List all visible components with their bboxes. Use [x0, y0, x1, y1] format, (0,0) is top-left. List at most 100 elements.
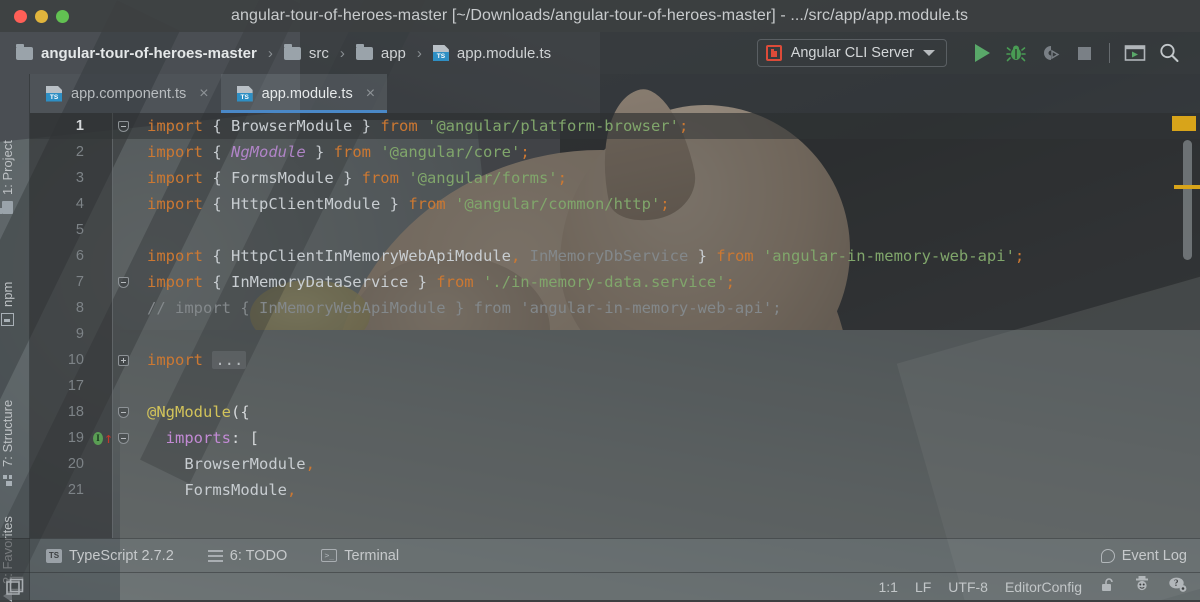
code-text[interactable]: FormsModule,	[133, 481, 296, 499]
close-window-button[interactable]	[14, 9, 27, 23]
sidebar-item-structure[interactable]: 7: Structure	[0, 400, 15, 486]
line-separator[interactable]: LF	[915, 579, 931, 595]
collapse-fold-icon[interactable]	[117, 120, 129, 132]
code-line[interactable]: 9	[30, 321, 1200, 347]
code-token: : [	[231, 429, 259, 447]
editor-tab-app-module[interactable]: app.module.ts ×	[220, 74, 388, 113]
search-everywhere-button[interactable]	[1152, 38, 1186, 68]
fold-marker-slot[interactable]	[113, 276, 133, 288]
collapse-fold-icon[interactable]	[117, 276, 129, 288]
breadcrumb-item-project[interactable]: angular-tour-of-heroes-master	[16, 43, 257, 62]
sidebar-item-label: 7: Structure	[0, 399, 15, 467]
status-event-log-label: Event Log	[1121, 547, 1187, 564]
stop-button[interactable]	[1067, 38, 1101, 68]
zoom-window-button[interactable]	[56, 9, 69, 23]
code-text[interactable]: import { HttpClientInMemoryWebApiModule,…	[133, 247, 1024, 265]
status-terminal[interactable]: >_ Terminal	[321, 548, 399, 564]
breadcrumb-label: src	[308, 44, 329, 62]
hector-icon[interactable]	[1133, 575, 1151, 598]
run-configuration-selector[interactable]: Angular CLI Server	[756, 39, 947, 67]
code-text[interactable]: import { InMemoryDataService } from './i…	[133, 273, 735, 291]
code-line[interactable]: 6 import { HttpClientInMemoryWebApiModule…	[30, 243, 1200, 269]
line-number: 7	[75, 274, 84, 290]
code-line[interactable]: 2 import { NgModule } from '@angular/core…	[30, 139, 1200, 165]
run-window-button[interactable]	[1118, 38, 1152, 68]
breadcrumb-item-app[interactable]: app	[355, 43, 406, 62]
collapse-fold-icon[interactable]	[117, 406, 129, 418]
code-line[interactable]: 8 // import { InMemoryWebApiModule } from…	[30, 295, 1200, 321]
breadcrumb-item-src[interactable]: src	[283, 43, 329, 62]
event-log-icon	[1100, 548, 1115, 563]
status-typescript-label: TypeScript 2.7.2	[69, 547, 174, 564]
close-tab-icon[interactable]: ×	[199, 85, 208, 102]
code-text[interactable]: import { NgModule } from '@angular/core'…	[133, 143, 530, 161]
code-line[interactable]: 21 FormsModule,	[30, 477, 1200, 503]
scrollbar-thumb[interactable]	[1183, 140, 1192, 260]
minimize-window-button[interactable]	[35, 9, 48, 23]
code-text[interactable]: import { BrowserModule } from '@angular/…	[133, 117, 688, 135]
code-line[interactable]: 18 @NgModule({	[30, 399, 1200, 425]
line-number: 4	[75, 196, 84, 212]
code-token: ;	[660, 195, 670, 213]
code-text[interactable]: import { HttpClientModule } from '@angul…	[133, 195, 670, 213]
status-typescript[interactable]: TS TypeScript 2.7.2	[46, 548, 174, 564]
code-text[interactable]: import { FormsModule } from '@angular/fo…	[133, 169, 567, 187]
stop-square-icon	[1077, 46, 1091, 60]
code-token: from	[380, 117, 418, 135]
code-token: ;	[557, 169, 567, 187]
code-line[interactable]: 10 import ...	[30, 347, 1200, 373]
file-encoding[interactable]: UTF-8	[948, 579, 988, 595]
code-line[interactable]: 1 import { BrowserModule } from '@angular…	[30, 113, 1200, 139]
code-token: ;	[678, 117, 689, 135]
scrollbar-warning-marker[interactable]	[1174, 185, 1200, 189]
terminal-icon: >_	[321, 549, 338, 562]
code-text[interactable]: import ...	[133, 351, 247, 369]
override-arrow-icon[interactable]: ↑	[104, 430, 113, 446]
close-tab-icon[interactable]: ×	[366, 85, 375, 102]
code-text[interactable]: @NgModule({	[133, 403, 250, 421]
status-bar-info-row: 1:1 LF UTF-8 EditorConfig ?	[0, 572, 1200, 600]
window-controls[interactable]	[0, 9, 69, 23]
collapse-fold-icon[interactable]	[117, 432, 129, 444]
code-token: from	[716, 247, 754, 265]
fold-marker-slot[interactable]	[113, 406, 133, 418]
chevron-down-icon[interactable]	[923, 50, 935, 56]
fold-marker-slot[interactable]	[113, 120, 133, 132]
bug-icon	[1006, 45, 1026, 62]
sidebar-item-npm[interactable]: npm	[0, 282, 15, 326]
sidebar-item-project[interactable]: 1: Project	[0, 140, 15, 214]
breadcrumb-item-file[interactable]: app.module.ts	[432, 45, 551, 62]
editor-tab-app-component[interactable]: app.component.ts ×	[30, 74, 221, 113]
code-token: @NgModule	[147, 403, 231, 421]
code-line[interactable]: 4 import { HttpClientModule } from '@angu…	[30, 191, 1200, 217]
code-line[interactable]: 3 import { FormsModule } from '@angular/f…	[30, 165, 1200, 191]
help-settings-icon[interactable]: ?	[1168, 575, 1187, 598]
status-todo[interactable]: 6: TODO	[207, 548, 287, 564]
code-line[interactable]: 5	[30, 217, 1200, 243]
code-text[interactable]: imports: [	[133, 429, 259, 447]
inspection-warning-indicator[interactable]	[1172, 116, 1196, 131]
run-button[interactable]	[965, 38, 999, 68]
lock-icon[interactable]	[1099, 576, 1116, 598]
debug-button[interactable]	[999, 38, 1033, 68]
code-text[interactable]: // import { InMemoryWebApiModule } from …	[133, 299, 782, 317]
caret-position[interactable]: 1:1	[878, 579, 897, 595]
gutter-marker-slot[interactable]: I ↑	[93, 430, 113, 446]
code-line[interactable]: 7 import { InMemoryDataService } from './…	[30, 269, 1200, 295]
toggle-tool-windows-icon[interactable]	[6, 578, 24, 596]
fold-marker-slot[interactable]	[113, 432, 133, 444]
expand-fold-icon[interactable]	[117, 354, 129, 366]
run-window-icon	[1124, 45, 1146, 61]
status-event-log[interactable]: Event Log	[1100, 547, 1187, 564]
fold-marker-slot[interactable]	[113, 354, 133, 366]
editorconfig-status[interactable]: EditorConfig	[1005, 579, 1082, 595]
implemented-member-icon[interactable]: I	[93, 431, 103, 445]
code-line[interactable]: 17	[30, 373, 1200, 399]
code-line[interactable]: 19 I ↑ imports: [	[30, 425, 1200, 451]
code-editor[interactable]: 1 import { BrowserModule } from '@angular…	[30, 113, 1200, 538]
editor-scrollbar[interactable]	[1183, 140, 1192, 390]
code-text[interactable]: BrowserModule,	[133, 455, 315, 473]
code-line[interactable]: 20 BrowserModule,	[30, 451, 1200, 477]
run-coverage-button[interactable]	[1033, 38, 1067, 68]
